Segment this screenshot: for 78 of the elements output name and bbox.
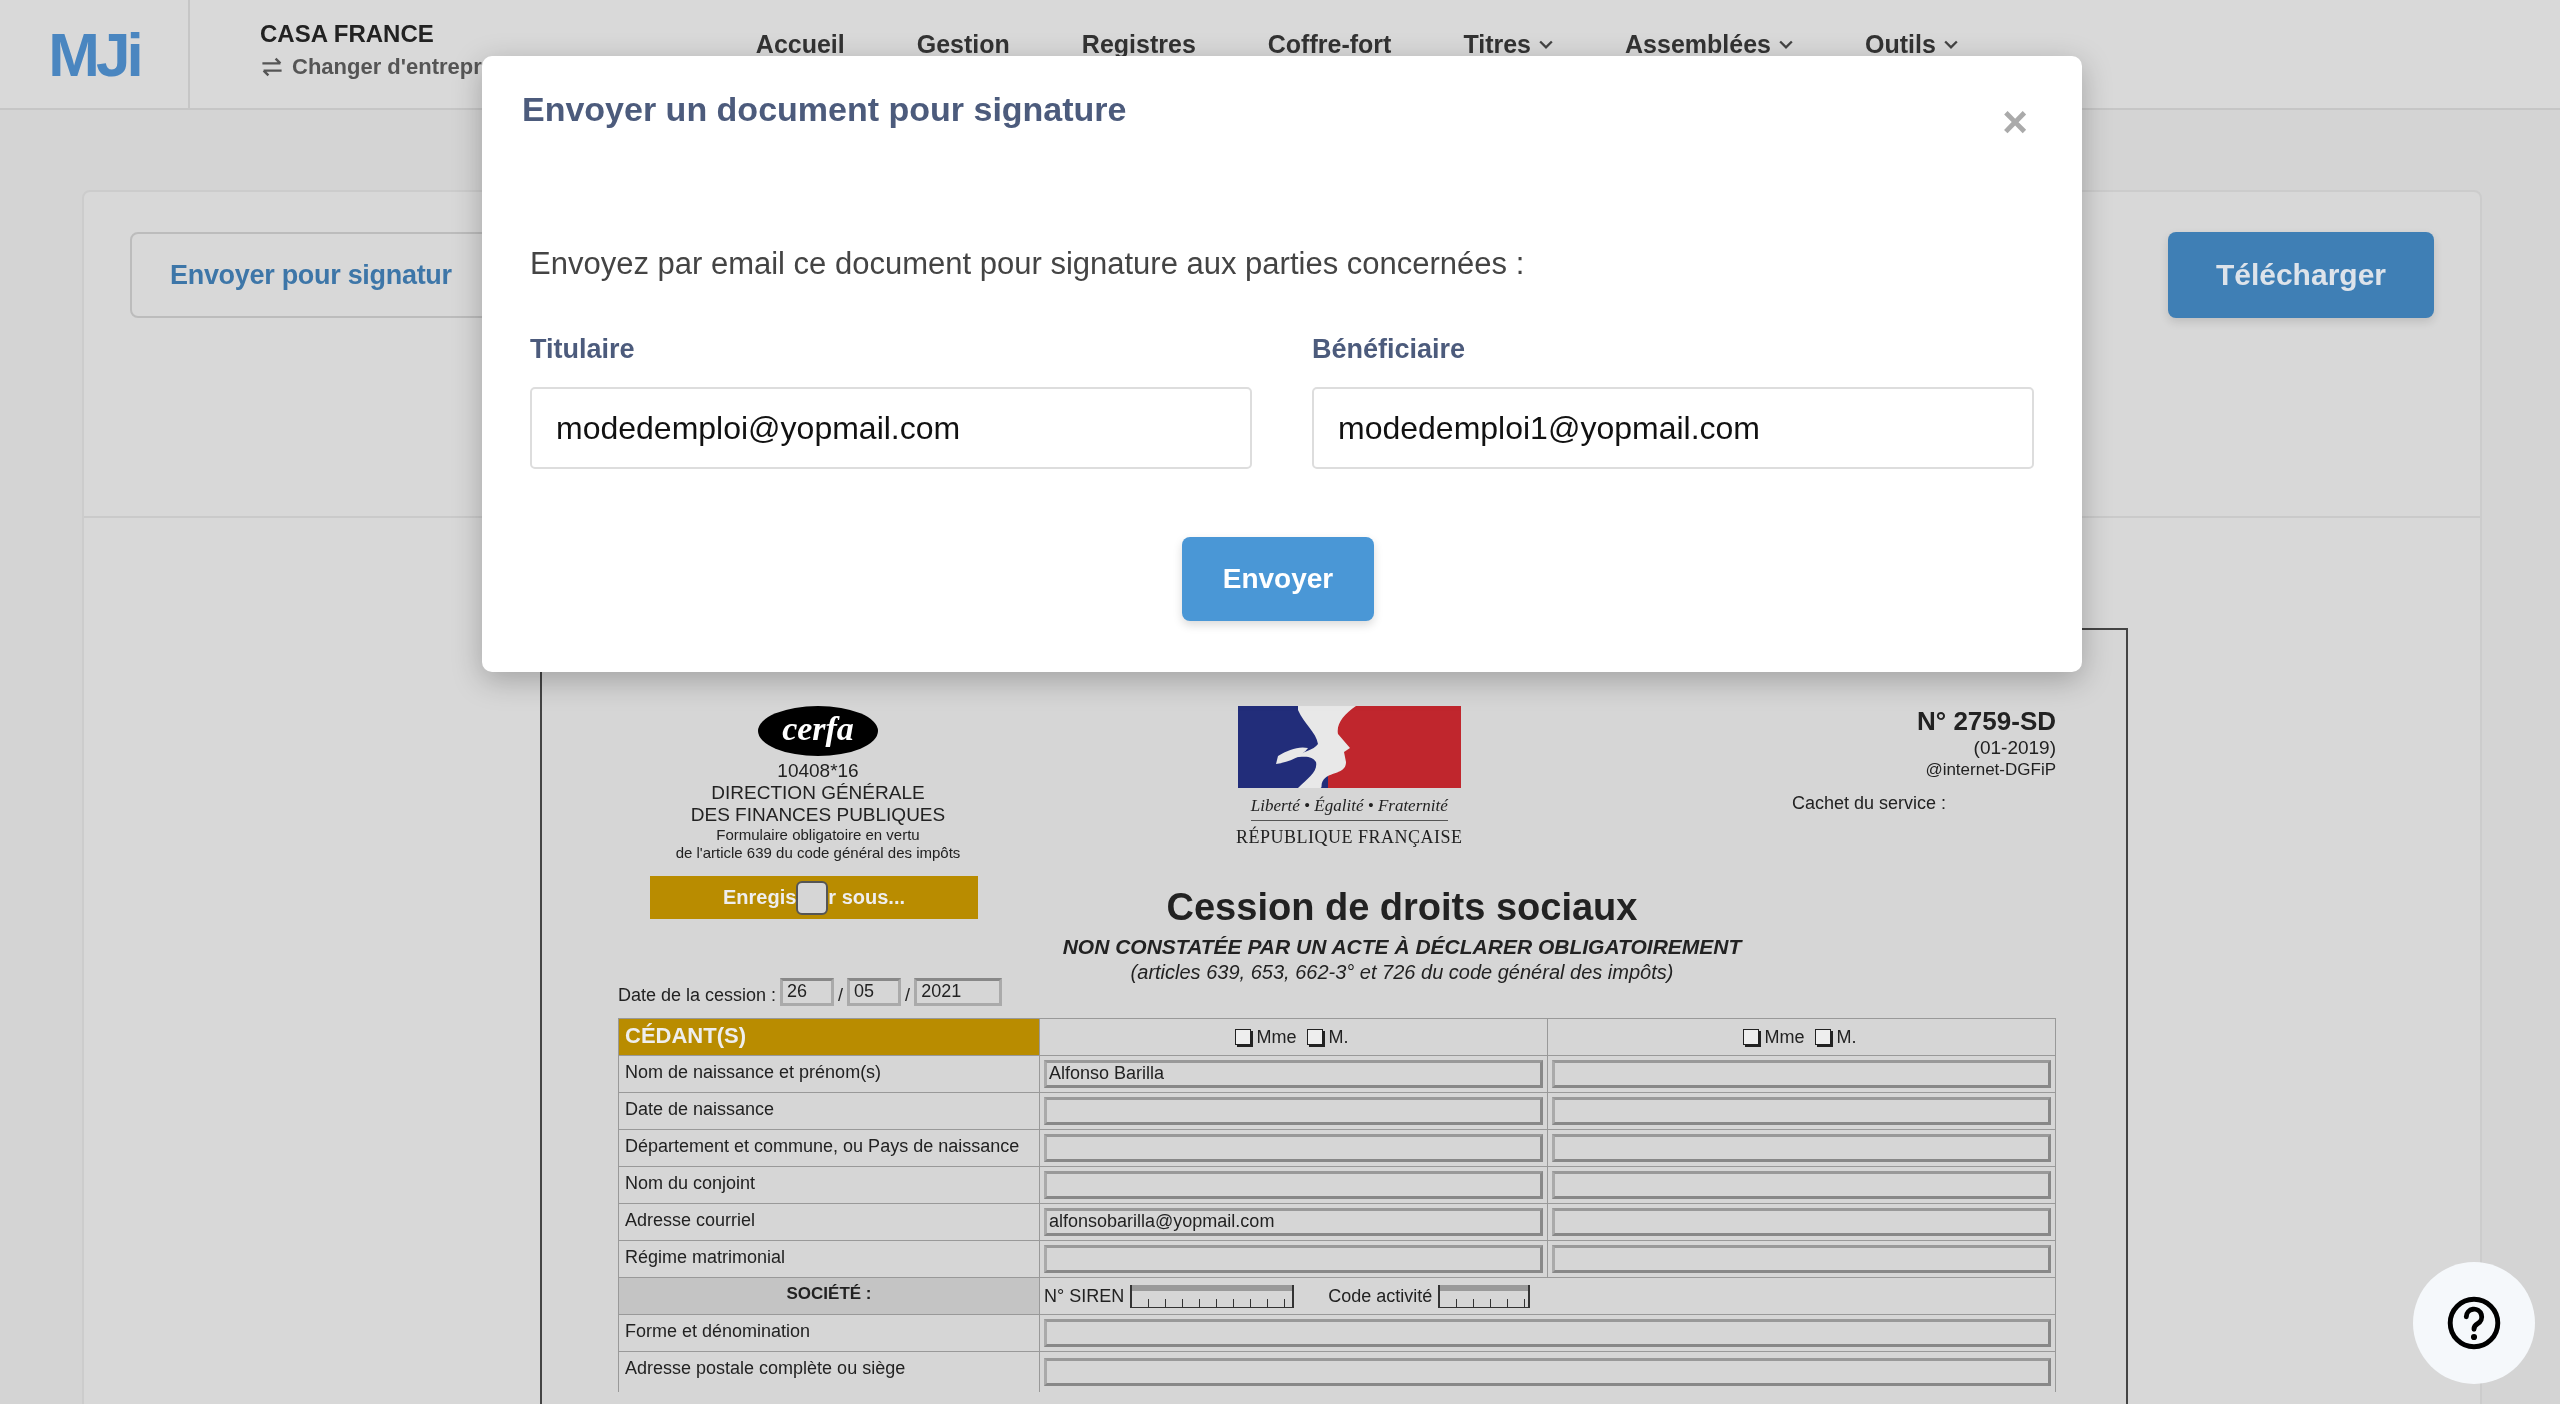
field-label: Bénéficiaire (1312, 334, 1467, 365)
form-field[interactable] (1044, 1097, 1543, 1125)
nav-item[interactable]: Registres (1081, 30, 1196, 59)
form-field[interactable] (1552, 1060, 2051, 1088)
form-field[interactable] (1552, 1171, 2051, 1199)
form-field[interactable]: alfonsobarilla@yopmail.com (1044, 1208, 1543, 1236)
siren-label: N° SIREN (1044, 1285, 1125, 1307)
issuer-line: DES FINANCES PUBLIQUES (690, 804, 946, 826)
form-field[interactable] (1552, 1134, 2051, 1162)
form-field[interactable] (1552, 1208, 2051, 1236)
form-field[interactable] (1044, 1171, 1543, 1199)
dialog-message: Envoyez par email ce document pour signature aux parties concernées : (530, 246, 1526, 282)
date-separator: / (905, 985, 911, 1006)
form-field[interactable] (1552, 1245, 2051, 1273)
month-field[interactable]: 05 (847, 978, 902, 1006)
issuer-line: DIRECTION GÉNÉRALE (711, 782, 925, 804)
chevron-down-icon (1943, 39, 1958, 50)
switch-company-link[interactable]: Changer d'entrepr (260, 54, 482, 80)
email-input[interactable]: modedemploi1@yopmail.com (1312, 387, 2034, 469)
form-title: Cession de droits sociaux (1166, 886, 1638, 929)
checkbox[interactable] (1234, 1029, 1251, 1045)
cerfa-number: 10408*16 (777, 760, 859, 782)
row-label: Nom du conjoint (618, 1167, 1040, 1203)
checkbox[interactable] (1742, 1029, 1759, 1045)
nav-item[interactable]: Accueil (755, 30, 845, 59)
date-separator: / (838, 985, 844, 1006)
form-field[interactable] (1552, 1097, 2051, 1125)
square-icon (796, 880, 829, 915)
form-field[interactable] (1044, 1358, 2051, 1386)
activity-code-field[interactable] (1438, 1284, 1531, 1308)
nav-item[interactable]: Outils (1864, 30, 1958, 59)
email-input[interactable]: modedemploi@yopmail.com (530, 387, 1252, 469)
nav-item[interactable]: Titres (1463, 30, 1554, 59)
checkbox-label: M. (1836, 1026, 1857, 1048)
form-field[interactable]: Alfonso Barilla (1044, 1060, 1543, 1088)
form-version: (01-2019) (1973, 737, 2056, 759)
republic-name: RÉPUBLIQUE FRANÇAISE (1236, 827, 1463, 848)
row-label: Département et commune, ou Pays de naissance (618, 1130, 1040, 1166)
row-label: Nom de naissance et prénom(s) (618, 1056, 1040, 1092)
cerfa-logo: cerfa (758, 706, 878, 756)
date-label: Date de la cession : (618, 985, 777, 1006)
republic-motto: Liberté • Égalité • Fraternité (1250, 796, 1448, 821)
row-label: Forme et dénomination (618, 1315, 1040, 1351)
row-label: Date de naissance (618, 1093, 1040, 1129)
row-label: Adresse postale complète ou siège (618, 1352, 1040, 1392)
year-field[interactable]: 2021 (914, 978, 1003, 1006)
checkbox[interactable] (1306, 1029, 1323, 1045)
form-field[interactable] (1044, 1319, 2051, 1347)
checkbox[interactable] (1814, 1029, 1831, 1045)
legal-line: de l'article 639 du code général des impôts (675, 844, 961, 862)
nav-item[interactable]: Gestion (916, 30, 1010, 59)
form-field[interactable] (1044, 1245, 1543, 1273)
form-source: @internet-DGFiP (1925, 759, 2056, 781)
section-header: CÉDANT(S) (618, 1019, 1040, 1055)
stamp-label: Cachet du service : (1791, 793, 1946, 814)
checkbox-label: Mme (1764, 1026, 1805, 1048)
legal-line: Formulaire obligatoire en vertu (716, 826, 920, 844)
help-icon (2446, 1295, 2502, 1351)
row-label: Adresse courriel (618, 1204, 1040, 1240)
chevron-down-icon (1778, 39, 1793, 50)
chevron-down-icon (1539, 39, 1554, 50)
day-field[interactable]: 26 (780, 978, 835, 1006)
checkbox-label: Mme (1256, 1026, 1297, 1048)
form-subtitle: NON CONSTATÉE PAR UN ACTE À DÉCLARER OBLIGATOIREMENT (1062, 935, 1742, 959)
nav-item[interactable]: Assemblées (1625, 30, 1793, 59)
activity-code-label: Code activité (1328, 1285, 1433, 1307)
row-label: Régime matrimonial (618, 1241, 1040, 1277)
nav-item[interactable]: Coffre-fort (1267, 30, 1392, 59)
swap-arrows-icon (260, 57, 284, 77)
form-reference: (articles 639, 653, 662-3° et 726 du code général des impôts) (1130, 961, 1674, 984)
company-name: CASA FRANCE (260, 20, 435, 48)
field-label: Titulaire (530, 334, 636, 365)
form-field[interactable] (1044, 1134, 1543, 1162)
form-number: N° 2759-SD (1917, 706, 2056, 737)
checkbox-label: M. (1328, 1026, 1349, 1048)
dialog-title: Envoyer un document pour signature (522, 90, 1127, 129)
row-label: SOCIÉTÉ : (618, 1278, 1040, 1314)
siren-field[interactable] (1130, 1284, 1295, 1308)
